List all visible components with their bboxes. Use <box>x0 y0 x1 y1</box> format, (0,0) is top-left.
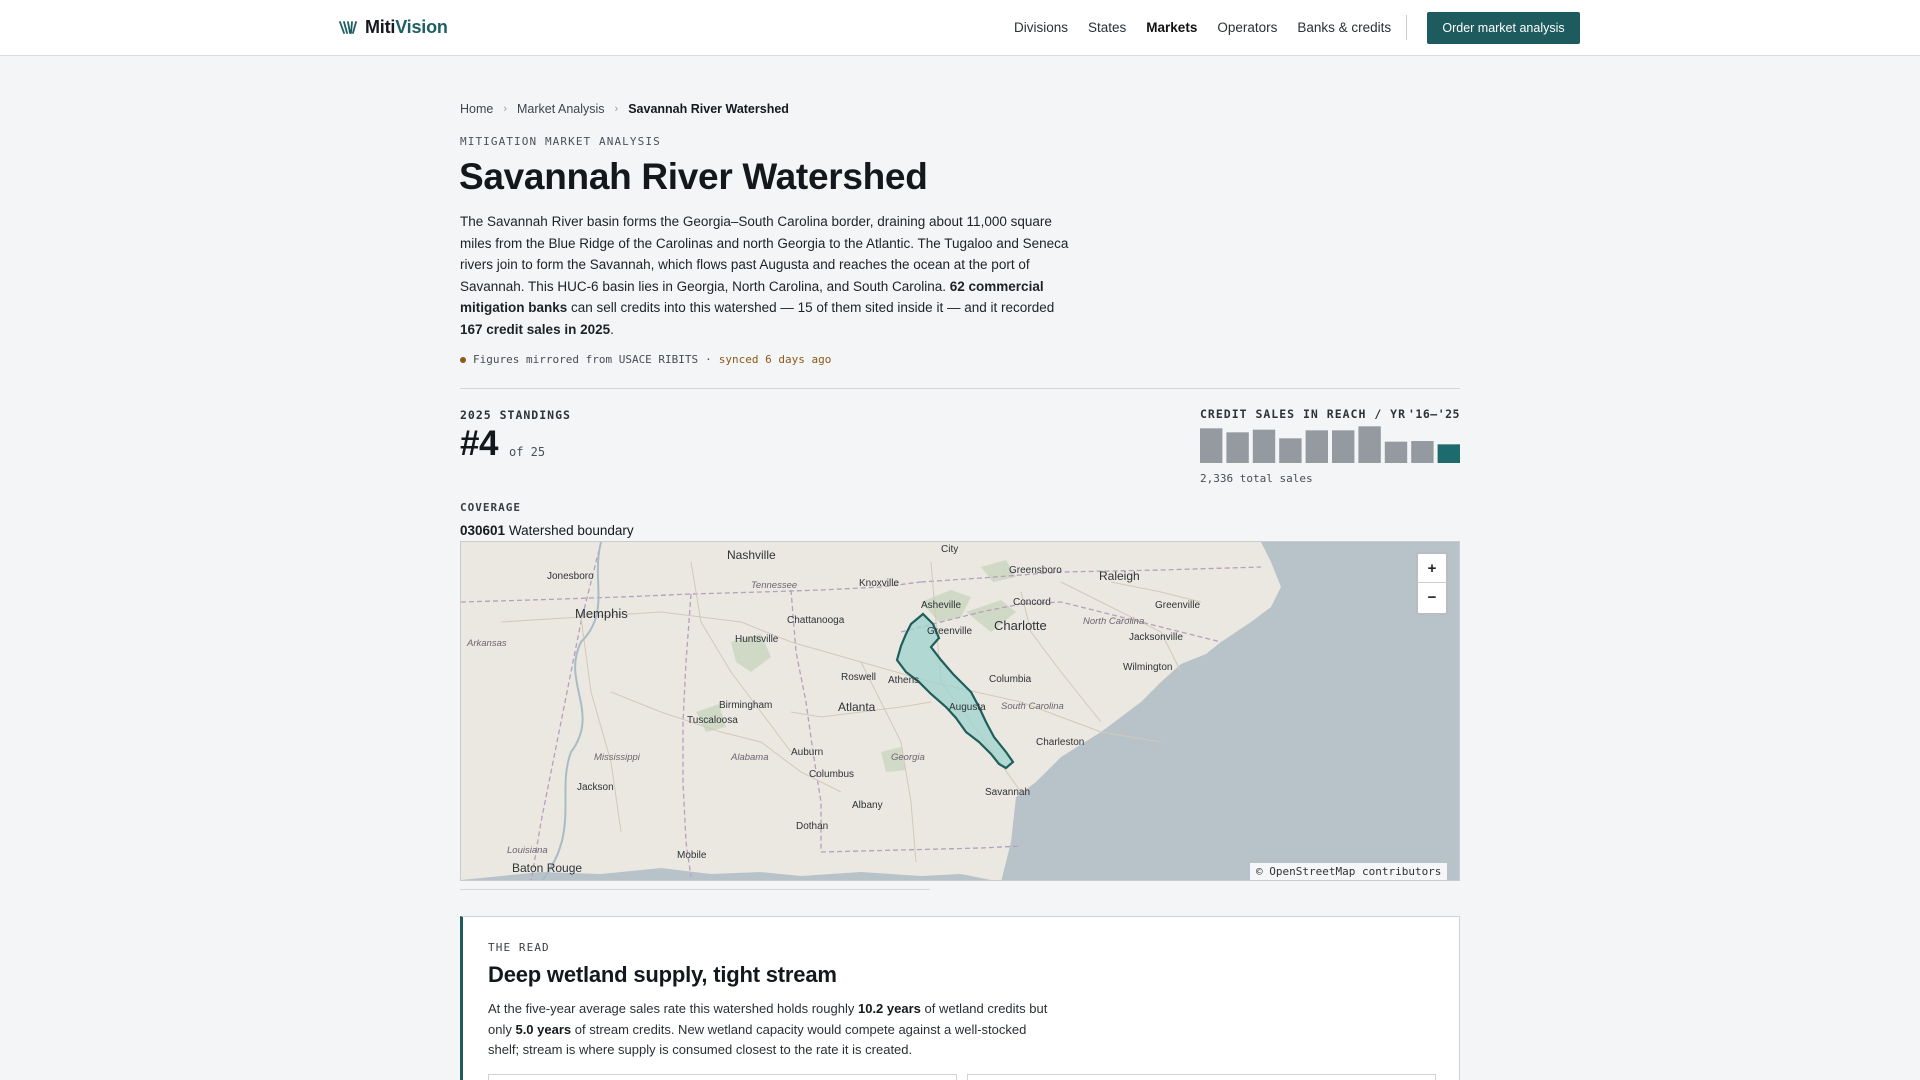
nav-divider <box>1406 15 1407 40</box>
map-label-city: Jacksonville <box>1129 632 1183 643</box>
sparkline-bar-2022 <box>1358 426 1381 463</box>
sparkline-bar-2023 <box>1384 441 1408 463</box>
sparkline-bar-2016 <box>1200 428 1223 463</box>
logo-wordmark: MitiVision <box>365 17 448 37</box>
divider <box>460 388 1460 389</box>
standings-label: 2025 STANDINGS <box>460 408 571 422</box>
sync-age: synced 6 days ago <box>718 353 832 366</box>
map-label-city: Chattanooga <box>787 615 845 626</box>
credit-sales-total: 2,336 total sales <box>1200 472 1313 485</box>
map-label-city: Birmingham <box>719 700 772 711</box>
sync-separator: · <box>705 353 712 366</box>
map-label-city: Columbus <box>809 769 854 780</box>
map-label-city: Greenville <box>1155 600 1200 611</box>
standings-of: of 25 <box>509 445 546 459</box>
map-label-city: Savannah <box>985 787 1030 798</box>
map-label-city: Mobile <box>677 850 707 861</box>
map-label-state: Louisiana <box>507 845 548 856</box>
sync-source: Figures mirrored from USACE RIBITS <box>473 353 699 366</box>
map-label-city: Huntsville <box>735 634 779 645</box>
page-eyebrow: MITIGATION MARKET ANALYSIS <box>460 135 661 148</box>
nav-banks-credits[interactable]: Banks & credits <box>1297 20 1391 35</box>
coverage-map[interactable]: Nashville Jonesboro Memphis Knoxville Ci… <box>460 541 1460 881</box>
read-card-stream <box>967 1074 1436 1080</box>
read-body: At the five-year average sales rate this… <box>488 1001 1048 1057</box>
read-eyebrow: THE READ <box>488 941 550 954</box>
coverage-name: 030601 Watershed boundary <box>460 523 634 538</box>
map-label-city: Jonesboro <box>547 571 594 582</box>
map-label-city: Charlotte <box>994 618 1047 633</box>
divider <box>460 889 930 890</box>
coverage-label: COVERAGE <box>460 501 521 514</box>
map-label-state: Arkansas <box>466 638 507 649</box>
intro-paragraph: The Savannah River basin forms the Georg… <box>460 214 1069 337</box>
map-label-city: Columbia <box>989 674 1032 685</box>
map-label-city: Raleigh <box>1099 569 1140 583</box>
map-label-city: Greenville <box>927 626 972 637</box>
map-attribution[interactable]: © OpenStreetMap contributors <box>1250 863 1448 880</box>
map-label-city: Dothan <box>796 821 828 832</box>
map-label-state: Alabama <box>730 752 769 763</box>
map-label-city: Concord <box>1013 597 1051 608</box>
breadcrumb: Home › Market Analysis › Savannah River … <box>460 102 789 116</box>
sparkline-bar-2019 <box>1279 438 1302 463</box>
breadcrumb-current: Savannah River Watershed <box>628 102 789 116</box>
nav-states[interactable]: States <box>1088 20 1126 35</box>
sparkline-bar-2024 <box>1411 441 1434 463</box>
nav-operators[interactable]: Operators <box>1217 20 1277 35</box>
logo[interactable]: MitiVision <box>339 17 448 38</box>
nav-divisions[interactable]: Divisions <box>1014 20 1068 35</box>
map-label-city: Roswell <box>841 672 876 683</box>
page-title: Savannah River Watershed <box>459 156 928 197</box>
read-title: Deep wetland supply, tight stream <box>488 962 837 987</box>
map-canvas[interactable]: Nashville Jonesboro Memphis Knoxville Ci… <box>461 542 1460 881</box>
map-label-city: Greensboro <box>1009 565 1062 576</box>
map-label-city: Knoxville <box>859 578 899 589</box>
map-label-state: Mississippi <box>594 752 641 763</box>
map-zoom-control: + − <box>1416 552 1448 615</box>
standings-rank: #4 <box>460 424 498 463</box>
map-label-city: Charleston <box>1036 737 1084 748</box>
sparkline-bar-2018 <box>1252 429 1276 463</box>
map-label-state: South Carolina <box>1001 701 1064 712</box>
zoom-in-button[interactable]: + <box>1418 554 1446 583</box>
sparkline-bar-2017 <box>1226 432 1249 463</box>
sparkline-bar-2021 <box>1332 430 1355 463</box>
nav-markets[interactable]: Markets <box>1146 20 1197 35</box>
zoom-out-button[interactable]: − <box>1418 583 1446 612</box>
map-label-city: Wilmington <box>1123 662 1172 673</box>
breadcrumb-market-analysis[interactable]: Market Analysis <box>517 102 605 116</box>
main-nav: Divisions States Markets Operators Banks… <box>1014 20 1391 35</box>
map-label-city: Nashville <box>727 548 776 562</box>
sparkline-bar-2020 <box>1305 430 1328 463</box>
map-label-city: Atlanta <box>838 700 876 714</box>
map-label-city: Tuscaloosa <box>687 715 738 726</box>
sparkline-bar-2025 <box>1437 444 1460 463</box>
map-label-state: Georgia <box>891 752 925 763</box>
chevron-right-icon: › <box>503 103 508 115</box>
credit-sales-sparkline <box>1200 426 1460 463</box>
read-card-wetland <box>488 1074 957 1080</box>
map-label-city: Albany <box>852 800 883 811</box>
status-dot-icon <box>460 356 466 363</box>
sync-status: Figures mirrored from USACE RIBITS · syn… <box>460 353 831 366</box>
map-label-city: Memphis <box>575 606 628 621</box>
chevron-right-icon: › <box>614 103 619 115</box>
credit-sales-range: '16–'25 <box>1408 407 1460 421</box>
breadcrumb-home[interactable]: Home <box>460 102 493 116</box>
order-market-analysis-button[interactable]: Order market analysis <box>1427 12 1580 44</box>
logo-icon <box>339 20 357 34</box>
map-label-city: Augusta <box>949 702 986 713</box>
the-read-panel: THE READ Deep wetland supply, tight stre… <box>460 916 1460 1080</box>
top-navigation-bar: MitiVision Divisions States Markets Oper… <box>0 0 1920 56</box>
map-label-city: Auburn <box>791 747 823 758</box>
map-label-city: Baton Rouge <box>512 861 582 875</box>
map-label-city: Asheville <box>921 600 961 611</box>
map-label-state: North Carolina <box>1083 616 1144 627</box>
map-label-state: Tennessee <box>751 580 797 591</box>
map-label-city: Jackson <box>577 782 614 793</box>
map-label-city: Athens <box>888 675 919 686</box>
map-label-city: City <box>941 544 958 555</box>
credit-sales-label: CREDIT SALES IN REACH / YR <box>1200 407 1407 421</box>
